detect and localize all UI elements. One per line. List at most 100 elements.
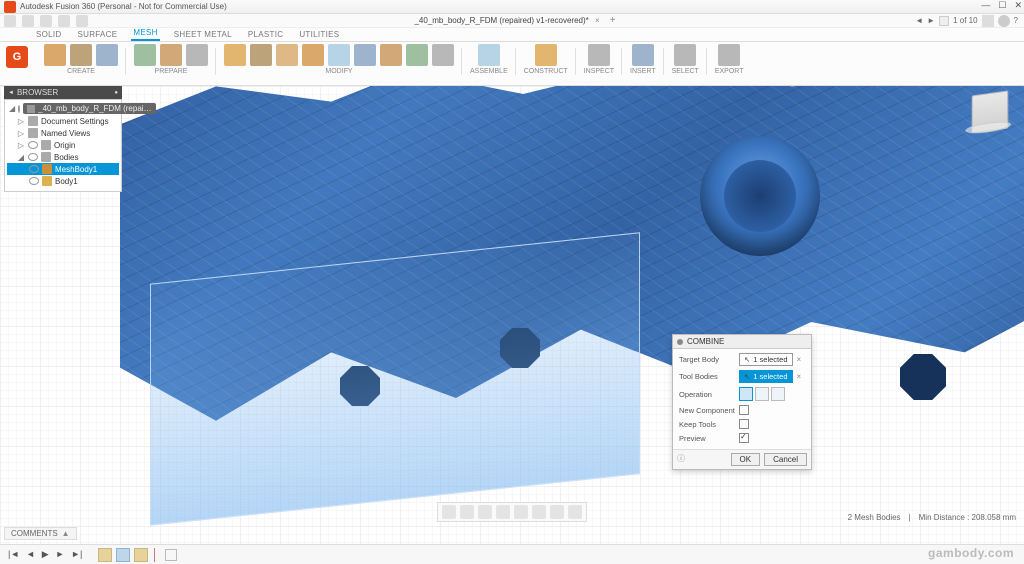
export-icon[interactable] [718,44,740,66]
visibility-toggle-icon[interactable] [28,141,38,149]
tree-item-meshbody1[interactable]: MeshBody1 [7,163,119,175]
timeline-settings-icon[interactable] [165,549,177,561]
close-button[interactable]: ✕ [1014,0,1022,11]
close-tab-icon[interactable]: × [595,16,600,25]
scale-mesh-icon[interactable] [432,44,454,66]
app-badge-icon[interactable]: G [6,46,28,68]
zoom-icon[interactable] [496,505,510,519]
tree-item-bodies[interactable]: ◢ Bodies [7,151,119,163]
dialog-header[interactable]: COMBINE [673,335,811,349]
help-icon[interactable]: ? [1014,16,1018,25]
direct-edit-icon[interactable] [224,44,246,66]
construct-icon[interactable] [535,44,557,66]
clear-tool-icon[interactable]: × [797,372,802,381]
tab-plastic[interactable]: PLASTIC [246,29,285,41]
timeline-prev-icon[interactable]: ◄ [24,549,37,559]
visibility-toggle-icon[interactable] [18,105,20,113]
timeline-next-icon[interactable]: ► [53,549,66,559]
inspect-icon[interactable] [588,44,610,66]
tool-body-selection-box[interactable] [150,232,640,526]
viewport-3d[interactable]: COMBINE Target Body ↖ 1 selected × Tool … [0,86,1024,544]
preview-checkbox[interactable] [739,433,749,443]
dialog-info-icon[interactable]: ⓘ [677,453,685,466]
smooth-icon[interactable] [380,44,402,66]
document-tab-active[interactable]: _40_mb_body_R_FDM (repaired) v1-recovere… [408,15,605,26]
timeline-feature-icon[interactable] [116,548,130,562]
operation-intersect-icon[interactable] [771,387,785,401]
grid-settings-icon[interactable] [550,505,564,519]
orbit-icon[interactable] [442,505,456,519]
tree-item-origin[interactable]: ▷ Origin [7,139,119,151]
operation-cut-icon[interactable] [755,387,769,401]
assemble-icon[interactable] [478,44,500,66]
generate-face-groups-icon[interactable] [160,44,182,66]
tab-sheet-metal[interactable]: SHEET METAL [172,29,234,41]
timeline-start-icon[interactable]: |◄ [6,549,21,559]
shell-icon[interactable] [328,44,350,66]
timeline-playhead-icon[interactable] [154,548,155,562]
tool-bodies-selector[interactable]: ↖ 1 selected [739,370,793,383]
visibility-toggle-icon[interactable] [29,165,39,173]
undo-icon[interactable] [58,15,70,27]
tree-item-document-settings[interactable]: ▷ Document Settings [7,115,119,127]
tree-root[interactable]: ◢ _40_mb_body_R_FDM (repai… [7,102,119,115]
chevron-up-icon[interactable]: ▲ [62,529,70,538]
target-body-selector[interactable]: ↖ 1 selected [739,353,793,366]
dialog-collapse-icon[interactable] [677,339,683,345]
timeline-feature-icon[interactable] [98,548,112,562]
tab-grid-icon[interactable] [939,16,949,26]
tab-mesh[interactable]: MESH [131,27,159,41]
viewport-layout-icon[interactable] [568,505,582,519]
timeline-end-icon[interactable]: ►| [69,549,84,559]
comments-panel-header[interactable]: COMMENTS ▲ [4,527,77,540]
tab-utilities[interactable]: UTILITIES [297,29,341,41]
pan-icon[interactable] [478,505,492,519]
look-at-icon[interactable] [460,505,474,519]
file-menu-icon[interactable] [22,15,34,27]
timeline-play-icon[interactable]: ▶ [40,549,51,559]
data-panel-icon[interactable] [4,15,16,27]
viewcube-icon[interactable] [972,90,1009,133]
operation-join-icon[interactable] [739,387,753,401]
display-settings-icon[interactable] [532,505,546,519]
tab-next-icon[interactable]: ► [927,16,935,25]
redo-icon[interactable] [76,15,88,27]
reverse-normal-icon[interactable] [406,44,428,66]
new-component-checkbox[interactable] [739,405,749,415]
combine-mesh-icon[interactable] [354,44,376,66]
select-icon[interactable] [674,44,696,66]
clear-target-icon[interactable]: × [797,355,802,364]
insert-mesh-icon[interactable] [70,44,92,66]
label-target-body: Target Body [679,355,735,364]
keep-tools-checkbox[interactable] [739,419,749,429]
tab-surface[interactable]: SURFACE [76,29,120,41]
minimize-button[interactable]: — [981,0,990,11]
user-account-icon[interactable] [998,15,1010,27]
cancel-button[interactable]: Cancel [764,453,807,466]
visibility-toggle-icon[interactable] [29,177,39,185]
save-icon[interactable] [40,15,52,27]
tree-item-body1[interactable]: Body1 [7,175,119,187]
remesh-icon[interactable] [250,44,272,66]
browser-options-icon[interactable]: ● [114,90,118,96]
extensions-icon[interactable] [982,15,994,27]
timeline-feature-icon[interactable] [134,548,148,562]
new-tab-button[interactable]: + [610,15,616,26]
visibility-toggle-icon[interactable] [28,153,38,161]
tab-solid[interactable]: SOLID [34,29,64,41]
create-mesh-icon[interactable] [44,44,66,66]
tab-prev-icon[interactable]: ◄ [915,16,923,25]
browser-header[interactable]: ◄BROWSER ● [4,86,122,99]
group-label: SELECT [672,68,699,75]
repair-icon[interactable] [134,44,156,66]
combine-face-groups-icon[interactable] [186,44,208,66]
plane-cut-icon[interactable] [302,44,324,66]
tree-item-named-views[interactable]: ▷ Named Views [7,127,119,139]
insert-icon[interactable] [632,44,654,66]
dialog-footer: ⓘ OK Cancel [673,449,811,469]
tessellate-icon[interactable] [96,44,118,66]
fit-icon[interactable] [514,505,528,519]
maximize-button[interactable]: ☐ [998,0,1006,11]
ok-button[interactable]: OK [731,453,761,466]
reduce-icon[interactable] [276,44,298,66]
